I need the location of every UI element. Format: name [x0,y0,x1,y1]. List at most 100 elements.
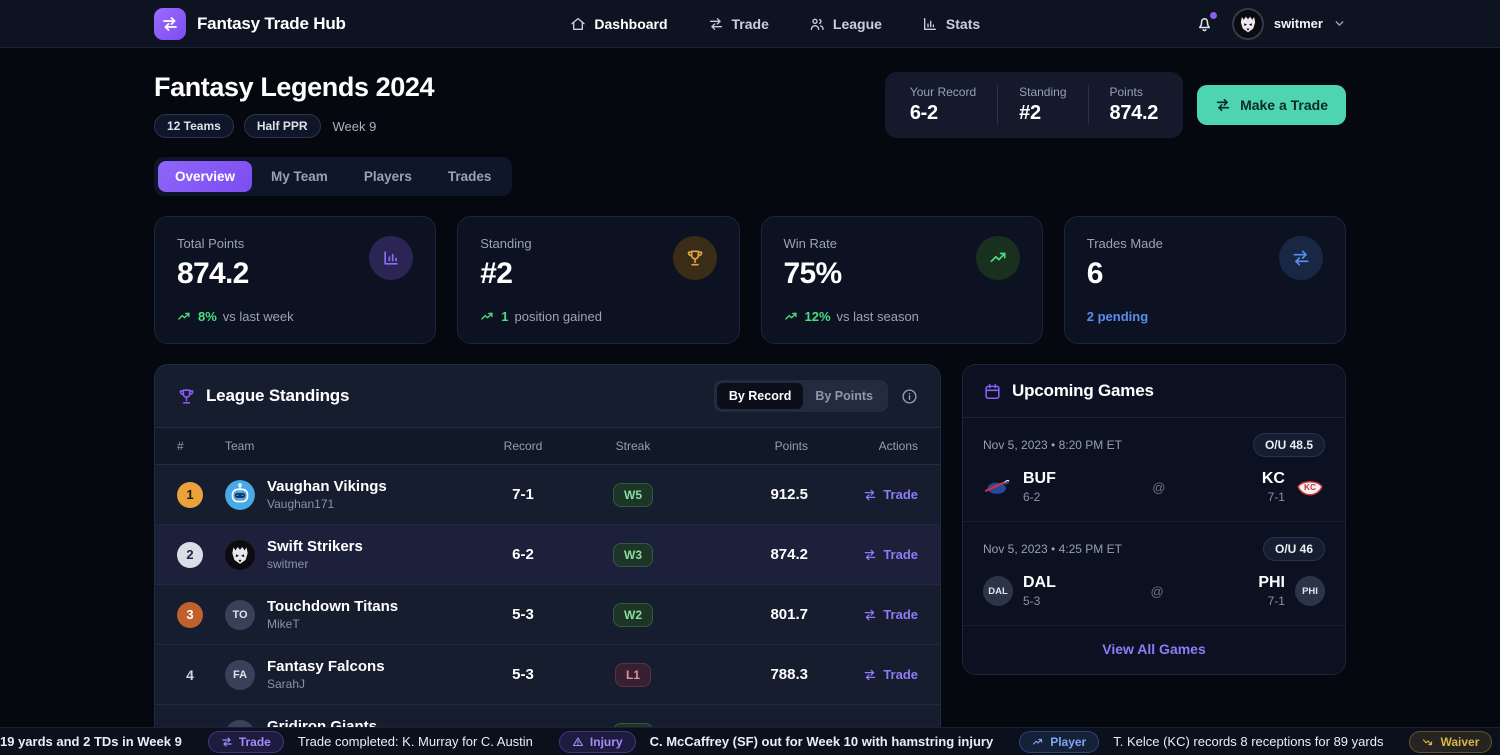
stat-card-total-points: Total Points 874.2 8% vs last week [154,216,436,344]
ticker-text: T. Kelce (KC) records 8 receptions for 8… [1113,734,1383,749]
away-team: BUF 6-2 [983,470,1056,504]
swap-arrows-icon [863,548,877,562]
streak-badge: L1 [615,663,651,687]
week-label: Week 9 [333,119,377,134]
ticker-item-player: Player T. Kelce (KC) records 8 reception… [1019,731,1383,753]
trending-up-icon [1032,736,1044,748]
swap-arrows-icon [1279,236,1323,280]
tab-trades[interactable]: Trades [431,161,509,192]
sort-toggle: By Record By Points [714,380,888,412]
swap-arrows-icon [863,488,877,502]
team-record: 5-3 [1023,594,1056,608]
trophy-icon [673,236,717,280]
nav-right: switmer [1195,8,1346,40]
team-avatar-mascot [225,540,255,570]
standings-column-headers: # Team Record Streak Points Actions [155,427,940,465]
game-date: Nov 5, 2023 • 8:20 PM ET [983,438,1122,452]
nav-item-league[interactable]: League [809,16,882,32]
owner-name: switmer [267,557,363,571]
mascot-avatar-image [1234,10,1262,38]
swap-arrows-icon [221,736,233,748]
game-row-2[interactable]: Nov 5, 2023 • 4:25 PM ET O/U 46 DAL DAL … [963,521,1345,625]
trade-link[interactable]: Trade [863,487,918,502]
nav-item-trade[interactable]: Trade [708,16,769,32]
swap-arrows-icon [708,16,724,32]
league-meta: 12 Teams Half PPR Week 9 [154,114,434,138]
standings-row-4[interactable]: 4 FA Fantasy Falcons SarahJ 5-3 L1 788.3… [155,645,940,705]
home-team: KC 7-1 KC [1262,470,1325,504]
pending-trades-link[interactable]: 2 pending [1087,309,1323,324]
ticker-item-injury: Injury C. McCaffrey (SF) out for Week 10… [559,731,993,753]
team-avatar-initials: TO [225,600,255,630]
trade-link[interactable]: Trade [863,667,918,682]
standings-row-2[interactable]: 2 Swift Strikers switmer 6-2 W3 874.2 [155,525,940,585]
trade-link[interactable]: Trade [863,607,918,622]
warning-triangle-icon [572,736,584,748]
nav-item-stats[interactable]: Stats [922,16,980,32]
bills-logo [983,472,1013,502]
page-title: Fantasy Legends 2024 [154,72,434,103]
record-summary: Your Record 6-2 Standing #2 Points 874.2 [885,72,1183,138]
brand-title: Fantasy Trade Hub [197,14,346,34]
game-row-1[interactable]: Nov 5, 2023 • 8:20 PM ET O/U 48.5 BUF 6-… [963,418,1345,521]
waiver-badge: Waiver [1409,731,1492,753]
user-menu[interactable]: switmer [1232,8,1346,40]
owner-name: SarahJ [267,677,385,691]
points-value: 874.2 [688,546,808,563]
team-abbr: KC [1262,470,1285,488]
streak-badge: W3 [613,543,653,567]
points-value: 912.5 [688,486,808,503]
toggle-by-record[interactable]: By Record [717,383,804,409]
ticker-lead-text: 19 yards and 2 TDs in Week 9 [0,734,182,749]
make-a-trade-button[interactable]: Make a Trade [1197,85,1346,125]
standings-row-3[interactable]: 3 TO Touchdown Titans MikeT 5-3 W2 801.7… [155,585,940,645]
brand[interactable]: Fantasy Trade Hub [154,8,346,40]
team-record: 7-1 [1262,490,1285,504]
trending-up-icon [976,236,1020,280]
trade-badge: Trade [208,731,284,753]
record-summary-standing: Standing #2 [997,85,1087,125]
record-value: 5-3 [468,606,578,623]
badge-team-count: 12 Teams [154,114,234,138]
view-all-games-link[interactable]: View All Games [1102,641,1206,657]
user-avatar [1232,8,1264,40]
toggle-by-points[interactable]: By Points [803,383,885,409]
username: switmer [1274,16,1323,31]
streak-badge: W5 [613,483,653,507]
stat-card-standing: Standing #2 1 position gained [457,216,739,344]
record-summary-record: Your Record 6-2 [889,85,997,125]
trade-link[interactable]: Trade [863,547,918,562]
swap-arrows-icon [863,608,877,622]
tab-overview[interactable]: Overview [158,161,252,192]
team-logo-dal: DAL [983,576,1013,606]
team-abbr: PHI [1258,574,1285,592]
standings-row-1[interactable]: 1 Vaughan Vikings Vaughan171 7-1 W5 912.… [155,465,940,525]
team-record: 6-2 [1023,490,1056,504]
brand-logo [154,8,186,40]
team-name: Fantasy Falcons [267,658,385,675]
record-value: 5-3 [468,666,578,683]
info-icon[interactable] [901,388,918,405]
owner-name: MikeT [267,617,398,631]
record-summary-points: Points 874.2 [1088,85,1180,125]
ticker-item-trade: Trade Trade completed: K. Murray for C. … [208,731,533,753]
notifications-button[interactable] [1195,14,1214,33]
swap-arrows-icon [161,15,179,33]
tab-my-team[interactable]: My Team [254,161,345,192]
stat-card-trades-made: Trades Made 6 2 pending [1064,216,1346,344]
nav-item-dashboard[interactable]: Dashboard [570,16,667,32]
team-name: Vaughan Vikings [267,478,387,495]
over-under-badge: O/U 48.5 [1253,433,1325,457]
tab-players[interactable]: Players [347,161,429,192]
league-standings-panel: League Standings By Record By Points # T… [154,364,941,755]
points-value: 801.7 [688,606,808,623]
ticker-text: Trade completed: K. Murray for C. Austin [298,734,533,749]
team-abbr: BUF [1023,470,1056,488]
upcoming-games-panel: Upcoming Games Nov 5, 2023 • 8:20 PM ET … [962,364,1346,675]
injury-badge: Injury [559,731,636,753]
news-ticker[interactable]: 19 yards and 2 TDs in Week 9 Trade Trade… [0,727,1500,755]
rank-badge: 2 [177,542,203,568]
stat-cards: Total Points 874.2 8% vs last week Stand… [154,216,1346,344]
chevron-down-icon [1333,17,1346,30]
rank-label: 4 [177,662,203,688]
